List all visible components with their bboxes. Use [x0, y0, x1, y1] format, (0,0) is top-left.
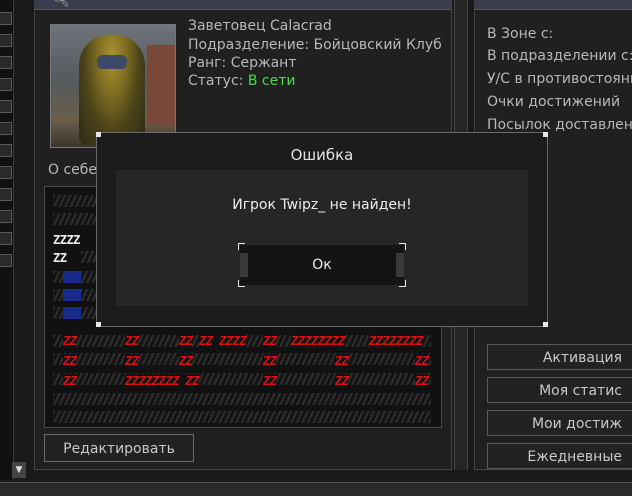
ok-button[interactable]: Ок	[238, 243, 406, 287]
about-red-text: ZZ	[179, 354, 193, 368]
left-tab[interactable]	[0, 56, 12, 69]
my-stats-button[interactable]: Моя статис	[487, 377, 632, 403]
left-tab[interactable]	[0, 254, 12, 267]
left-tab[interactable]	[0, 34, 12, 47]
avatar-soldier	[79, 35, 145, 145]
about-white-text: ZZZZ	[53, 233, 80, 247]
ok-bracket	[399, 280, 406, 287]
dialog-corner	[543, 322, 548, 327]
about-red-text: ZZ	[63, 374, 77, 388]
about-red-text: ZZ	[415, 354, 429, 368]
about-red-text: ZZZZZZZZ ZZ	[125, 374, 199, 388]
left-tab[interactable]	[0, 144, 12, 157]
about-blue-mark	[63, 289, 81, 301]
bottom-bar	[0, 482, 632, 496]
avatar-background-building	[147, 45, 175, 125]
about-red-text: ZZZZZZZZ	[369, 334, 423, 348]
about-red-text: ZZZZZZZZ	[291, 334, 345, 348]
dialog-corner	[543, 132, 548, 137]
left-tab-strip	[0, 0, 14, 480]
about-pattern-line	[53, 411, 431, 423]
dialog-corner	[96, 132, 101, 137]
left-tab[interactable]	[0, 166, 12, 179]
about-pattern-line	[53, 373, 431, 385]
ok-button-edge	[396, 253, 404, 277]
about-pattern-line	[53, 353, 431, 365]
left-tab[interactable]	[0, 188, 12, 201]
my-achievements-button[interactable]: Мои достиж	[487, 410, 632, 436]
about-red-text: ZZ	[125, 354, 139, 368]
avatar	[50, 24, 176, 148]
left-tab[interactable]	[0, 122, 12, 135]
status-badge: В сети	[247, 73, 296, 89]
profile-panel-header	[34, 0, 452, 10]
about-red-text: ZZ ZZZZ	[199, 334, 247, 348]
about-blue-mark	[63, 271, 81, 283]
about-red-text: ZZ	[63, 354, 77, 368]
dialog-title: Ошибка	[290, 146, 354, 164]
ok-button-label: Ок	[312, 257, 332, 273]
about-red-text: ZZ	[263, 354, 277, 368]
about-red-text: ZZ	[179, 334, 193, 348]
stats-panel-header	[474, 0, 632, 10]
about-red-text: ZZ	[263, 374, 277, 388]
about-label: О себе	[48, 162, 98, 178]
search-icon[interactable]: 🔍︎	[52, 0, 70, 8]
about-blue-mark	[63, 307, 81, 319]
about-red-text: ZZ	[63, 334, 77, 348]
left-tab[interactable]	[0, 12, 12, 25]
stat-parcels-delivered: Посылок доставлено	[487, 117, 632, 133]
about-white-text: ZZ	[53, 251, 67, 265]
profile-name: Заветовец Calacrad	[188, 18, 332, 34]
stat-achievement-points: Очки достижений	[487, 94, 621, 110]
status-label: Статус:	[188, 73, 244, 89]
avatar-visor	[97, 55, 127, 69]
dialog-corner	[96, 322, 101, 327]
profile-division: Подразделение: Бойцовский Клуб	[188, 37, 442, 53]
ok-bracket	[238, 280, 245, 287]
stat-zone-since: В Зоне с:	[487, 26, 554, 42]
about-red-text: ZZ	[415, 374, 429, 388]
stat-confrontation: У/С в противостоянии	[487, 71, 632, 87]
about-red-text: ZZ	[335, 374, 349, 388]
about-red-text: ZZ	[335, 354, 349, 368]
daily-button[interactable]: Ежедневные	[487, 443, 632, 469]
activation-button[interactable]: Активация	[487, 344, 632, 370]
about-pattern-line	[53, 393, 431, 405]
about-red-text: ZZ	[125, 334, 139, 348]
ok-bracket	[399, 243, 406, 250]
dialog-message: Игрок Twipz_ не найден!	[232, 197, 412, 213]
profile-rank: Ранг: Сержант	[188, 55, 297, 71]
stat-division-since: В подразделении с:	[487, 48, 632, 64]
left-tab[interactable]	[0, 100, 12, 113]
dialog-body	[116, 170, 528, 306]
triangle-down-icon[interactable]: ▼	[12, 462, 26, 478]
edit-profile-button[interactable]: Редактировать	[44, 434, 194, 462]
left-tab[interactable]	[0, 232, 12, 245]
ok-bracket	[238, 243, 245, 250]
profile-status: Статус: В сети	[188, 73, 295, 89]
left-tab[interactable]	[0, 78, 12, 91]
ok-button-edge	[240, 253, 248, 277]
left-tab[interactable]	[0, 210, 12, 223]
about-red-text: ZZ	[263, 334, 277, 348]
